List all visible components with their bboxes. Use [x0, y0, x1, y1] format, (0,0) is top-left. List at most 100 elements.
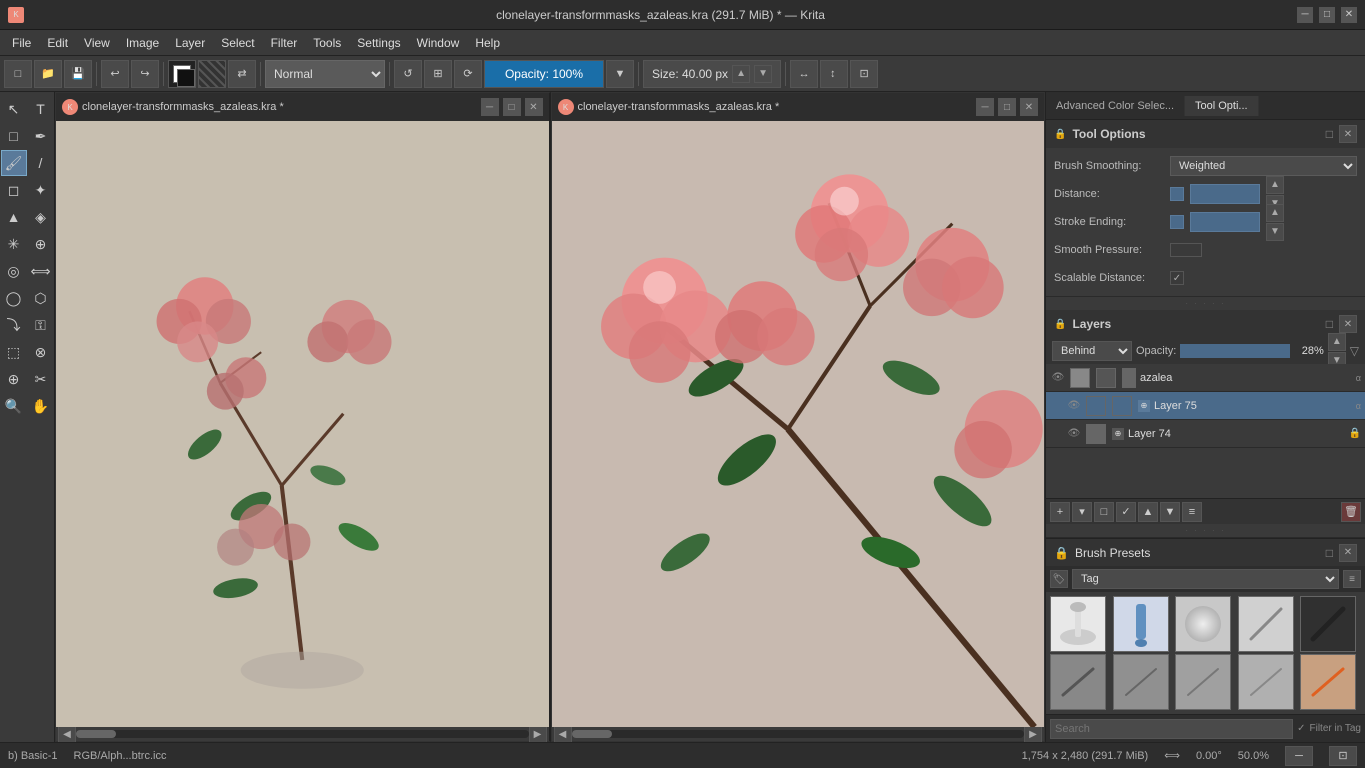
layer-blend-select[interactable]: Behind [1052, 341, 1132, 361]
measure-tool[interactable]: ⟺ [28, 258, 54, 284]
mirror-h-btn[interactable]: ↔ [790, 60, 818, 88]
menu-view[interactable]: View [76, 34, 118, 52]
pattern-btn[interactable] [198, 60, 226, 88]
canvas1-restore[interactable]: □ [503, 98, 521, 116]
multibrush-tool[interactable]: ✳ [1, 231, 27, 257]
opacity-down[interactable]: ▼ [606, 60, 634, 88]
polygon-sel-tool[interactable]: ⬡ [28, 285, 54, 311]
layer-item-74[interactable]: 👁 ⊕ Layer 74 🔒 [1046, 420, 1365, 448]
tab-advanced-color[interactable]: Advanced Color Selec... [1046, 96, 1185, 116]
contiguous-sel-tool[interactable]: ⚿ [28, 312, 54, 338]
layer-options-btn[interactable]: ≡ [1182, 502, 1202, 522]
add-layer-type-btn[interactable]: ▾ [1072, 502, 1092, 522]
gradient-tool[interactable]: ◈ [28, 204, 54, 230]
redo-btn[interactable]: ↪ [131, 60, 159, 88]
brush-options-btn[interactable]: ≡ [1343, 570, 1361, 588]
scroll-right-2[interactable]: ▶ [1024, 725, 1042, 742]
brush-preset-1[interactable] [1050, 596, 1106, 652]
move-down-btn[interactable]: ▼ [1160, 502, 1180, 522]
canvas-content-2[interactable] [552, 121, 1045, 727]
transform-tool[interactable]: ⊕ [28, 231, 54, 257]
copy-layer-btn[interactable]: □ [1094, 502, 1114, 522]
scroll-thumb-2[interactable] [572, 730, 612, 738]
menu-tools[interactable]: Tools [305, 34, 349, 52]
save-btn[interactable]: 💾 [64, 60, 92, 88]
canvas-hscroll-1[interactable]: ◀ ▶ [56, 727, 549, 741]
zoom-out-btn[interactable]: ─ [1285, 746, 1313, 766]
layer-vis-azalea[interactable]: 👁 [1050, 370, 1066, 386]
freehand-sel-tool[interactable]: ⤵ [1, 312, 27, 338]
opacity-display[interactable]: Opacity: 100% [484, 60, 604, 88]
canvas2-close[interactable]: ✕ [1020, 98, 1038, 116]
flip-icon[interactable]: ⟺ [1164, 749, 1180, 762]
calligraphy-tool[interactable]: ✒ [28, 123, 54, 149]
menu-image[interactable]: Image [118, 34, 167, 52]
merge-down-btn[interactable]: ✓ [1116, 502, 1136, 522]
scroll-left-1[interactable]: ◀ [58, 725, 76, 742]
menu-file[interactable]: File [4, 34, 39, 52]
ellipse-sel-tool[interactable]: ◯ [1, 285, 27, 311]
brush-presets-expand[interactable]: □ [1326, 546, 1333, 560]
brush-preset-3[interactable] [1175, 596, 1231, 652]
scroll-left-2[interactable]: ◀ [554, 725, 572, 742]
stroke-up[interactable]: ▲ [1266, 204, 1284, 222]
menu-layer[interactable]: Layer [167, 34, 213, 52]
eraser-tool[interactable]: ◻ [1, 177, 27, 203]
layer-vis-74[interactable]: 👁 [1066, 426, 1082, 442]
layer-item-75[interactable]: 👁 ⊕ Layer 75 α [1046, 392, 1365, 420]
tool-options-expand[interactable]: □ [1326, 127, 1333, 141]
zoom-tool[interactable]: 🔍 [1, 393, 27, 419]
menu-settings[interactable]: Settings [349, 34, 408, 52]
distance-up[interactable]: ▲ [1266, 176, 1284, 194]
wrap-btn[interactable]: ⊡ [850, 60, 878, 88]
colorize-mask-tool[interactable]: ⊕ [1, 366, 27, 392]
pan-tool[interactable]: ✋ [28, 393, 54, 419]
blend-mode-select[interactable]: Normal [265, 60, 385, 88]
brush-preset-5[interactable] [1300, 596, 1356, 652]
layers-close[interactable]: ✕ [1339, 315, 1357, 333]
brush-preset-9[interactable] [1238, 654, 1294, 710]
refresh-btn[interactable]: ⟳ [454, 60, 482, 88]
mirror-v-btn[interactable]: ↔ [820, 60, 848, 88]
delete-layer-btn[interactable]: 🗑 [1341, 502, 1361, 522]
size-down[interactable]: ▼ [754, 65, 772, 83]
opacity-up[interactable]: ▲ [1328, 333, 1346, 351]
brush-preset-6[interactable] [1050, 654, 1106, 710]
brush-tool[interactable]: 🖌 [1, 150, 27, 176]
add-layer-btn[interactable]: + [1050, 502, 1070, 522]
tab-tool-options[interactable]: Tool Opti... [1185, 96, 1259, 116]
canvas2-restore[interactable]: □ [998, 98, 1016, 116]
scroll-thumb-1[interactable] [76, 730, 116, 738]
assistant-tool[interactable]: ◎ [1, 258, 27, 284]
stroke-ending-input[interactable]: 0.15 [1190, 212, 1260, 232]
canvas-hscroll-2[interactable]: ◀ ▶ [552, 727, 1045, 741]
titlebar-close[interactable]: ✕ [1341, 7, 1357, 23]
brush-preset-7[interactable] [1113, 654, 1169, 710]
swap-colors-btn[interactable]: ⇄ [228, 60, 256, 88]
text-tool[interactable]: T [28, 96, 54, 122]
menu-window[interactable]: Window [409, 34, 468, 52]
layer-vis-75[interactable]: 👁 [1066, 398, 1082, 414]
fill-tool[interactable]: ▲ [1, 204, 27, 230]
canvas-content-1[interactable] [56, 121, 549, 727]
smooth-pressure-checkbox[interactable] [1170, 243, 1202, 257]
fit-canvas-btn[interactable]: ⊡ [1329, 746, 1357, 766]
brush-preset-4[interactable] [1238, 596, 1294, 652]
tag-btn[interactable]: 🏷 [1050, 570, 1068, 588]
menu-edit[interactable]: Edit [39, 34, 76, 52]
menu-select[interactable]: Select [213, 34, 262, 52]
brush-smoothing-select[interactable]: Weighted [1170, 156, 1357, 176]
similar-sel-tool[interactable]: ⬚ [1, 339, 27, 365]
smart-sel-tool[interactable]: ✂ [28, 366, 54, 392]
tool-options-close[interactable]: ✕ [1339, 125, 1357, 143]
titlebar-maximize[interactable]: □ [1319, 7, 1335, 23]
new-document-btn[interactable]: □ [4, 60, 32, 88]
selection-tool[interactable]: ↖ [1, 96, 27, 122]
layers-expand[interactable]: □ [1326, 317, 1333, 331]
menu-help[interactable]: Help [467, 34, 508, 52]
undo-btn[interactable]: ↩ [101, 60, 129, 88]
canvas2-minimize[interactable]: ─ [976, 98, 994, 116]
opacity-bar[interactable] [1180, 344, 1289, 358]
magnetic-sel-tool[interactable]: ⊗ [28, 339, 54, 365]
move-up-btn[interactable]: ▲ [1138, 502, 1158, 522]
